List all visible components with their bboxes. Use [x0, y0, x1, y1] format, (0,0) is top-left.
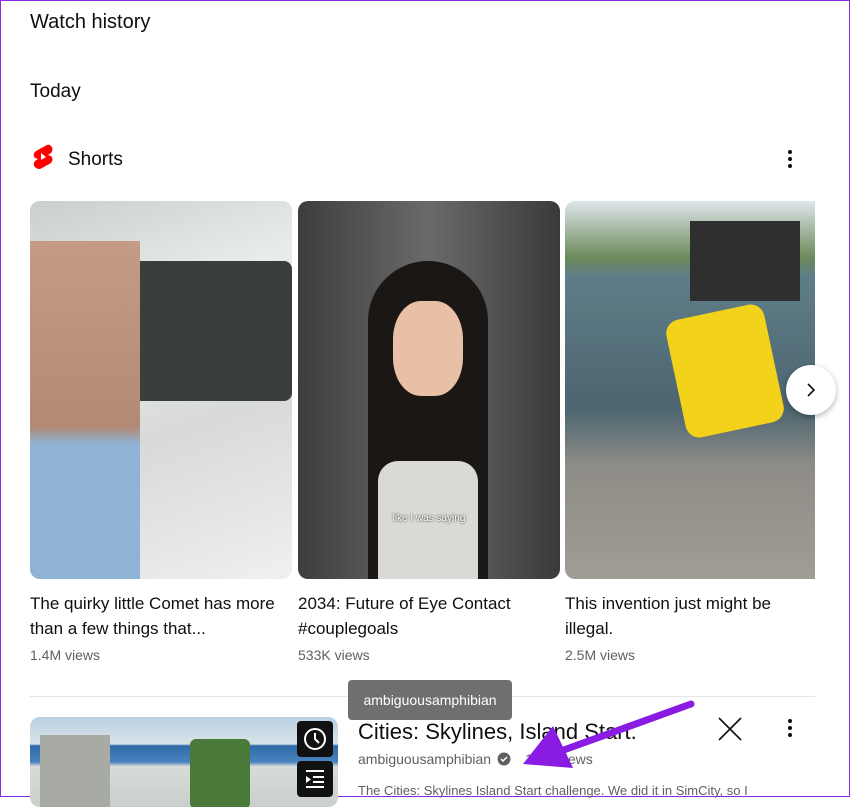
short-thumbnail[interactable] [30, 201, 292, 579]
short-thumbnail[interactable] [565, 201, 815, 579]
annotation-arrow-icon [523, 700, 695, 768]
channel-tooltip: ambiguousamphibian [348, 680, 512, 720]
short-title[interactable]: The quirky little Comet has more than a … [30, 591, 292, 641]
video-thumbnail[interactable] [30, 717, 338, 807]
close-icon [718, 717, 742, 741]
section-date: Today [30, 81, 81, 102]
youtube-shorts-icon [32, 144, 54, 176]
remove-button[interactable] [717, 716, 743, 742]
short-title[interactable]: This invention just might be illegal. [565, 591, 815, 641]
short-card[interactable]: The quirky little Comet has more than a … [30, 201, 292, 663]
add-to-queue-button[interactable] [297, 761, 333, 797]
short-caption: like I was saying [392, 513, 466, 524]
chevron-right-icon [807, 383, 816, 397]
page-title: Watch history [30, 11, 151, 33]
short-views: 1.4M views [30, 647, 101, 663]
clock-icon [304, 728, 326, 750]
short-thumbnail[interactable]: like I was saying [298, 201, 560, 579]
shorts-label: Shorts [68, 149, 123, 170]
short-views: 533K views [298, 647, 370, 663]
next-button[interactable] [786, 365, 836, 415]
short-card[interactable]: like I was saying 2034: Future of Eye Co… [298, 201, 560, 663]
video-description: The Cities: Skylines Island Start challe… [358, 783, 748, 798]
video-more-button[interactable] [778, 716, 802, 740]
watch-later-button[interactable] [297, 721, 333, 757]
queue-icon [306, 770, 324, 788]
short-title[interactable]: 2034: Future of Eye Contact #couplegoals [298, 591, 560, 641]
short-card[interactable]: This invention just might be illegal. 2.… [565, 201, 815, 663]
shorts-header: Shorts [32, 144, 123, 176]
channel-name[interactable]: ambiguousamphibian [358, 751, 491, 767]
short-views: 2.5M views [565, 647, 636, 663]
shorts-more-button[interactable] [778, 147, 802, 171]
